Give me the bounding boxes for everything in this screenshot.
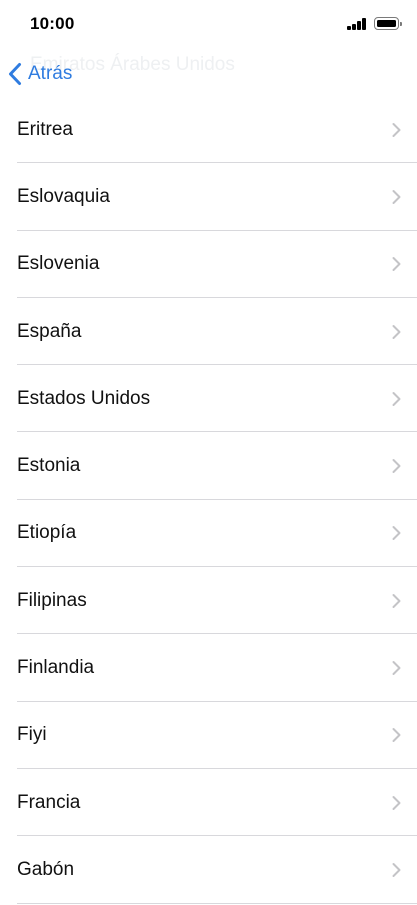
chevron-left-icon [9, 63, 21, 85]
country-label: España [17, 320, 82, 342]
country-row-gabon[interactable]: Gabón [0, 836, 417, 904]
back-label: Atrás [28, 63, 73, 84]
chevron-right-icon [392, 257, 401, 272]
country-label: Finlandia [17, 657, 95, 679]
status-bar: 10:00 [0, 0, 417, 50]
country-label: Estados Unidos [17, 387, 151, 409]
chevron-right-icon [392, 122, 401, 137]
back-button[interactable]: Atrás [8, 60, 72, 88]
country-label: Etiopía [17, 522, 77, 544]
status-time: 10:00 [30, 14, 75, 33]
country-label: Fiyi [17, 724, 47, 746]
country-row-finlandia[interactable]: Finlandia [0, 634, 417, 702]
chevron-right-icon [392, 795, 401, 810]
chevron-right-icon [392, 526, 401, 541]
chevron-right-icon [392, 189, 401, 204]
cellular-signal-icon [347, 18, 367, 30]
chevron-right-icon [392, 661, 401, 676]
chevron-right-icon [392, 459, 401, 474]
country-row-espana[interactable]: España [0, 298, 417, 366]
country-row-francia[interactable]: Francia [0, 769, 417, 837]
chevron-right-icon [392, 593, 401, 608]
country-label: Estonia [17, 455, 81, 477]
country-row-eslovaquia[interactable]: Eslovaquia [0, 163, 417, 231]
country-row-eritrea[interactable]: Eritrea [0, 96, 417, 164]
country-label: Francia [17, 791, 81, 813]
country-row-estados-unidos[interactable]: Estados Unidos [0, 365, 417, 433]
screen: 10:00 Emiratos Árabes Unidos Atrás Eritr… [0, 0, 417, 905]
chevron-right-icon [392, 728, 401, 743]
country-label: Eritrea [17, 118, 73, 140]
country-label: Gabón [17, 858, 75, 880]
country-row-eslovenia[interactable]: Eslovenia [0, 231, 417, 298]
country-list: Eritrea Eslovaquia Eslovenia España Esta… [0, 96, 417, 904]
navigation-bar: Emiratos Árabes Unidos Atrás [0, 50, 417, 96]
row-divider [17, 902, 417, 904]
battery-icon [374, 17, 402, 30]
chevron-right-icon [392, 391, 401, 406]
country-row-etiopia[interactable]: Etiopía [0, 500, 417, 568]
country-row-filipinas[interactable]: Filipinas [0, 567, 417, 635]
country-label: Filipinas [17, 589, 87, 611]
country-label: Eslovaquia [17, 185, 110, 207]
country-label: Eslovenia [17, 253, 100, 275]
chevron-right-icon [392, 324, 401, 339]
chevron-right-icon [392, 862, 401, 877]
country-row-fiyi[interactable]: Fiyi [0, 702, 417, 769]
country-row-estonia[interactable]: Estonia [0, 432, 417, 500]
